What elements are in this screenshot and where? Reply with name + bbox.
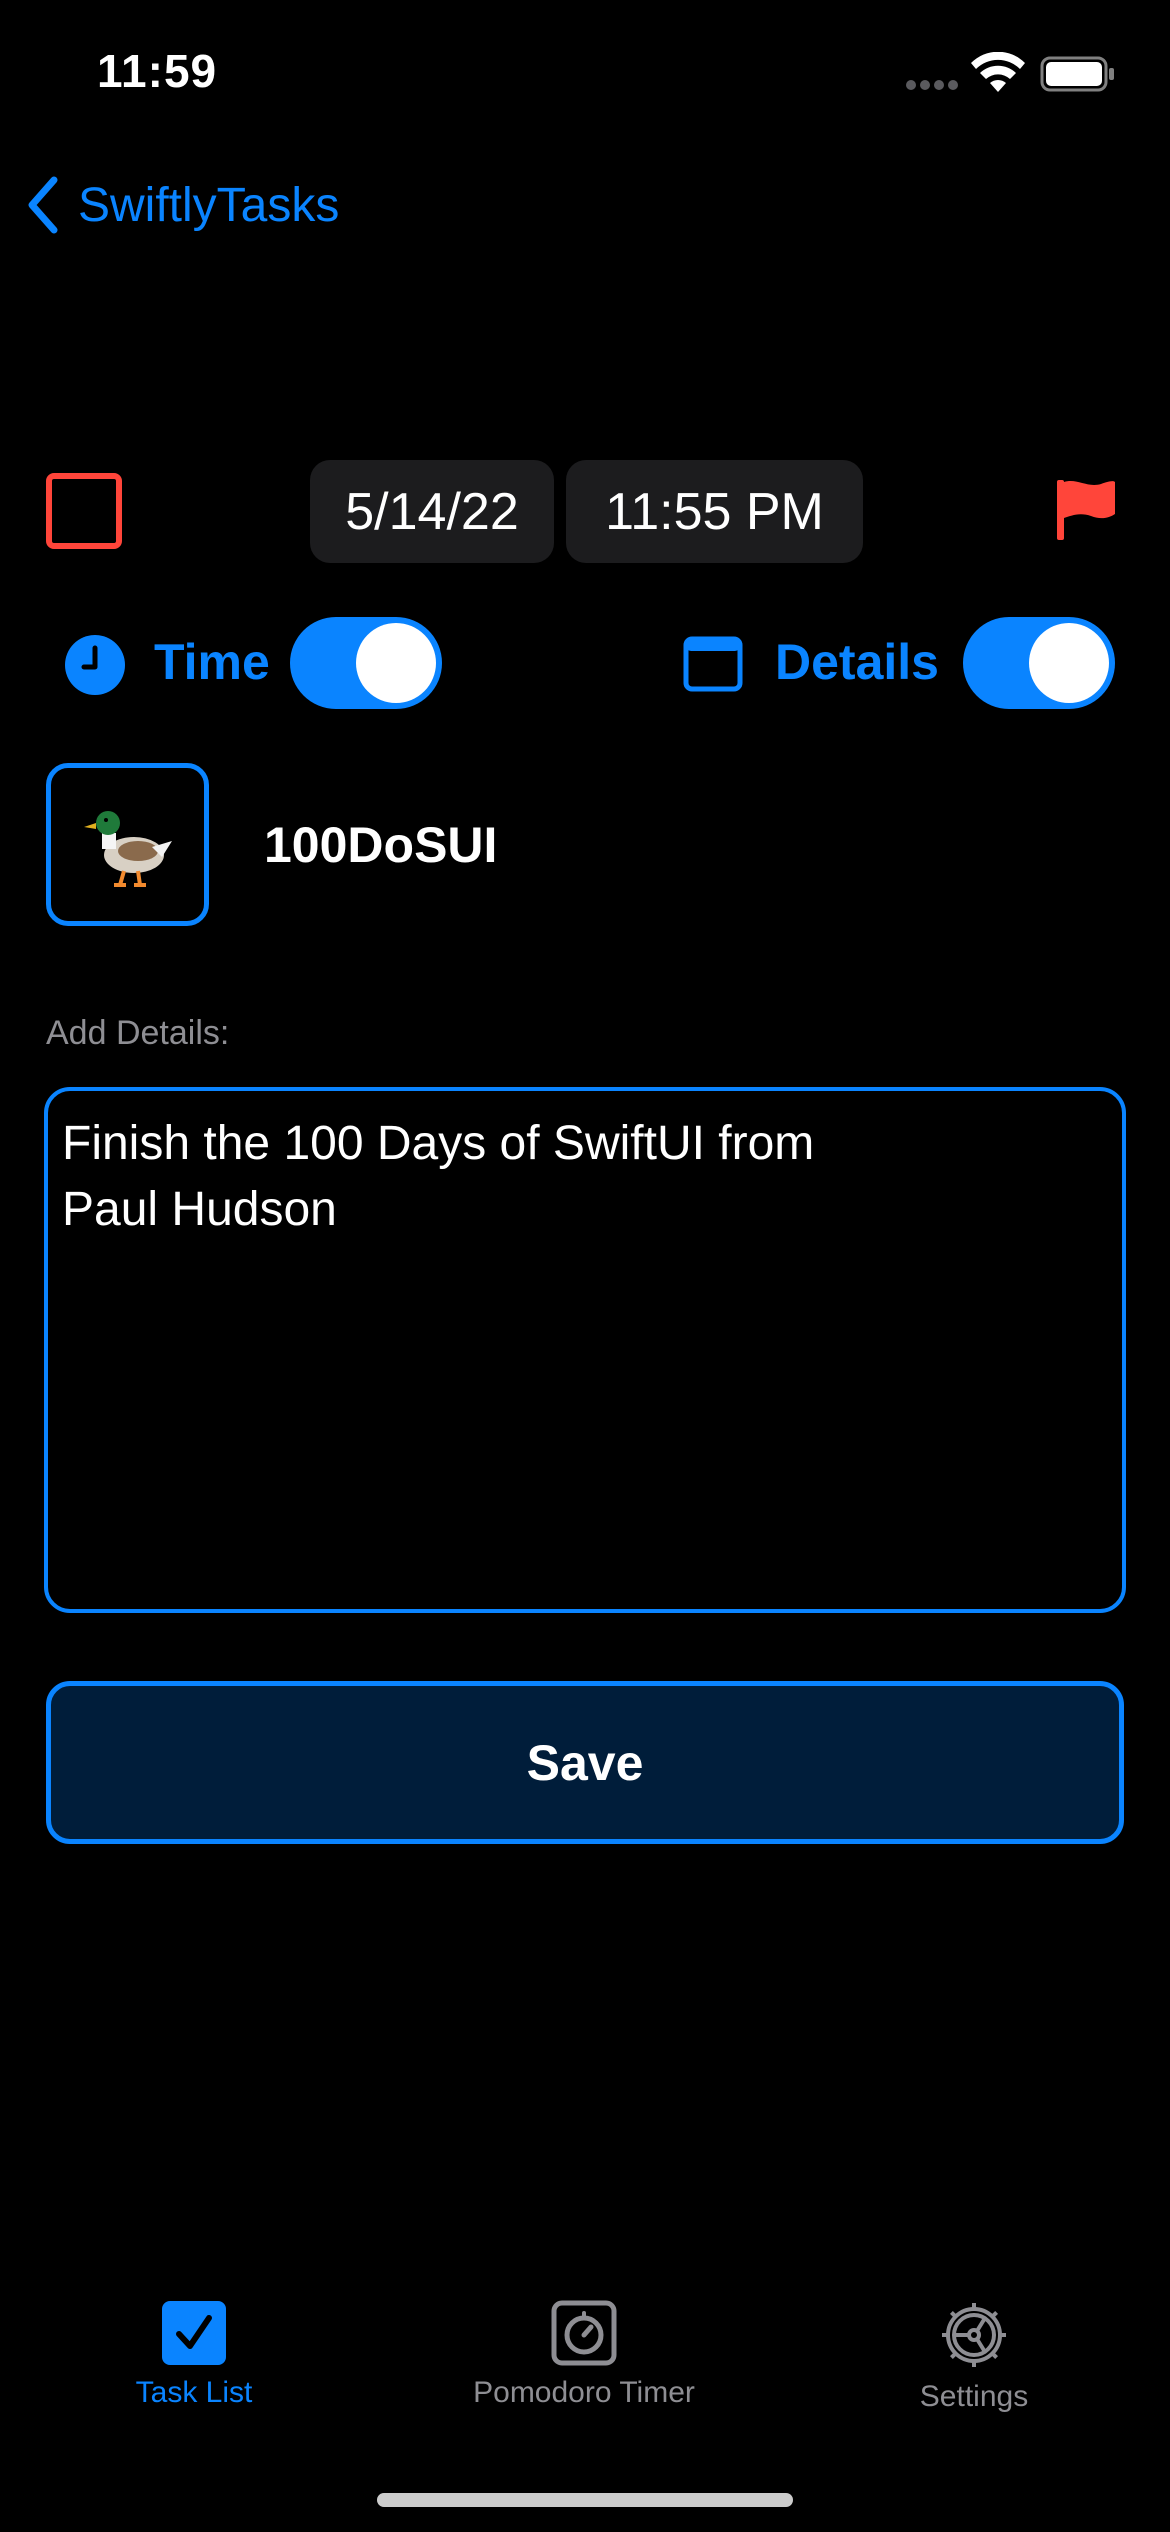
tab-label: Settings: [919, 2380, 1029, 2413]
wifi-icon: [971, 52, 1025, 92]
time-picker[interactable]: 11:55 PM: [566, 460, 863, 563]
date-picker[interactable]: 5/14/22: [310, 460, 554, 563]
back-button[interactable]: SwiftlyTasks: [24, 176, 339, 234]
add-details-label: Add Details:: [46, 1014, 230, 1052]
emoji-picker-button[interactable]: 🦆: [46, 763, 209, 926]
toggle-knob: [356, 623, 436, 703]
chevron-left-icon: [28, 176, 58, 234]
tab-task-list[interactable]: Task List: [44, 2300, 344, 2410]
completion-checkbox[interactable]: [46, 473, 122, 549]
tab-label: Pomodoro Timer: [473, 2376, 695, 2409]
details-toggle[interactable]: [963, 617, 1115, 709]
battery-icon: [1040, 56, 1114, 92]
tab-pomodoro-timer[interactable]: Pomodoro Timer: [434, 2300, 734, 2410]
toggle-knob: [1029, 623, 1109, 703]
time-toggle-label: Time: [154, 634, 270, 690]
flag-icon[interactable]: [1055, 478, 1117, 542]
home-indicator: [377, 2493, 793, 2507]
duck-icon: [83, 810, 172, 887]
clock-icon: [65, 635, 125, 695]
calendar-icon: [683, 636, 743, 692]
time-toggle[interactable]: [290, 617, 442, 709]
tab-label: Task List: [135, 2376, 253, 2409]
tab-settings[interactable]: Settings: [824, 2300, 1124, 2414]
task-title[interactable]: 100DoSUI: [264, 816, 497, 874]
checkmark-square-icon: [162, 2301, 226, 2365]
details-text-area[interactable]: Finish the 100 Days of SwiftUI from Paul…: [44, 1087, 1126, 1613]
timer-icon: [551, 2300, 617, 2366]
status-time: 11:59: [97, 45, 218, 97]
details-toggle-label: Details: [775, 634, 939, 690]
save-button[interactable]: Save: [46, 1681, 1124, 1844]
gear-icon: [942, 2303, 1006, 2367]
cellular-signal-icon: [906, 80, 958, 90]
back-label: SwiftlyTasks: [78, 178, 340, 232]
